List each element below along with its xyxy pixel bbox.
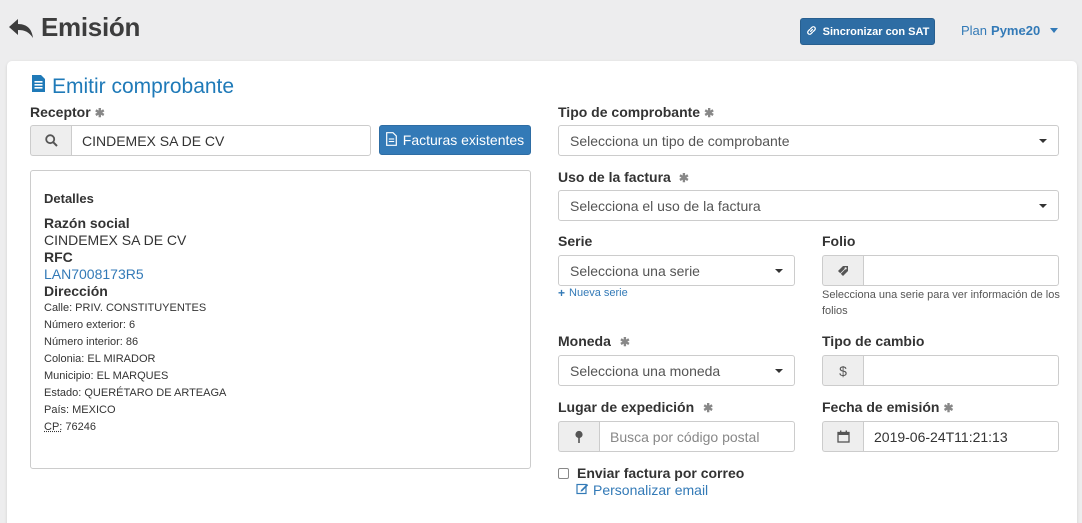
- address-line: Calle: PRIV. CONSTITUYENTES: [44, 302, 206, 314]
- plan-label: Plan: [961, 23, 987, 38]
- fecha-emision-label: Fecha de emisión ✱: [822, 399, 954, 415]
- rfc-value: LAN7008173R5: [44, 266, 144, 282]
- chevron-down-icon: [1050, 28, 1058, 33]
- caret-down-icon: [775, 369, 783, 373]
- moneda-placeholder: Selecciona una moneda: [570, 363, 720, 379]
- folio-help-text: Selecciona una serie para ver informació…: [822, 287, 1062, 319]
- form-title-text: Emitir comprobante: [52, 75, 234, 99]
- tipo-comprobante-label: Tipo de comprobante ✱: [558, 104, 714, 120]
- plan-dropdown[interactable]: Plan Pyme20: [961, 23, 1058, 38]
- caret-down-icon: [775, 269, 783, 273]
- tipo-comprobante-placeholder: Selecciona un tipo de comprobante: [570, 133, 789, 149]
- plan-name: Pyme20: [991, 23, 1040, 38]
- back-arrow-icon[interactable]: [7, 14, 35, 42]
- moneda-label: Moneda ✱: [558, 333, 630, 349]
- folio-label: Folio: [822, 233, 855, 249]
- plus-icon: +: [558, 286, 565, 300]
- link-icon: [806, 25, 817, 39]
- address-line: País: MEXICO: [44, 404, 116, 416]
- moneda-select[interactable]: Selecciona una moneda: [558, 355, 795, 386]
- address-line: Número interior: 86: [44, 336, 138, 348]
- lugar-expedicion-label: Lugar de expedición ✱: [558, 399, 713, 415]
- edit-icon: [576, 482, 589, 498]
- form-title: Emitir comprobante: [31, 74, 234, 99]
- tipo-cambio-input[interactable]: [863, 355, 1059, 386]
- details-title: Detalles: [44, 191, 94, 206]
- razon-social-value: CINDEMEX SA DE CV: [44, 232, 186, 248]
- page-title: Emisión: [41, 12, 140, 43]
- moneda-label-text: Moneda: [558, 333, 611, 349]
- fecha-emision-group: 2019-06-24T11:21:13: [822, 421, 1059, 452]
- serie-placeholder: Selecciona una serie: [570, 263, 700, 279]
- calendar-icon: [822, 421, 863, 452]
- uso-factura-placeholder: Selecciona el uso de la factura: [570, 198, 761, 214]
- fecha-emision-label-text: Fecha de emisión: [822, 399, 939, 415]
- address-line: Estado: QUERÉTARO DE ARTEAGA: [44, 387, 226, 399]
- sync-sat-label: Sincronizar con SAT: [823, 26, 930, 38]
- receptor-label: Receptor ✱: [30, 104, 105, 120]
- caret-down-icon: [1039, 139, 1047, 143]
- receptor-input[interactable]: CINDEMEX SA DE CV: [71, 125, 371, 156]
- facturas-existentes-button[interactable]: Facturas existentes: [379, 125, 531, 155]
- required-icon: ✱: [703, 401, 713, 415]
- rfc-label: RFC: [44, 249, 73, 265]
- search-icon: [30, 125, 71, 156]
- personalizar-email-label: Personalizar email: [593, 482, 708, 498]
- map-marker-icon: [558, 421, 599, 452]
- receptor-search: CINDEMEX SA DE CV: [30, 125, 371, 156]
- file-icon: [386, 132, 397, 149]
- tag-icon: [822, 255, 863, 286]
- uso-factura-label: Uso de la factura ✱: [558, 169, 689, 185]
- serie-select[interactable]: Selecciona una serie: [558, 255, 795, 286]
- tipo-comprobante-select[interactable]: Selecciona un tipo de comprobante: [558, 125, 1059, 156]
- enviar-correo-checkbox[interactable]: [558, 468, 569, 479]
- tipo-comprobante-label-text: Tipo de comprobante: [558, 104, 700, 120]
- tipo-cambio-label: Tipo de cambio: [822, 333, 924, 349]
- address-line: Municipio: EL MARQUES: [44, 370, 168, 382]
- receptor-label-text: Receptor: [30, 104, 91, 120]
- folio-group: [822, 255, 1059, 286]
- enviar-correo-label: Enviar factura por correo: [577, 465, 744, 481]
- direccion-label: Dirección: [44, 283, 108, 299]
- lugar-expedicion-input[interactable]: Busca por código postal: [599, 421, 795, 452]
- cp-line: CP: 76246: [44, 421, 96, 433]
- lugar-expedicion-group: Busca por código postal: [558, 421, 795, 452]
- cp-value: 76246: [65, 421, 96, 433]
- nueva-serie-link[interactable]: + Nueva serie: [558, 286, 628, 300]
- required-icon: ✱: [620, 335, 630, 349]
- caret-down-icon: [1039, 204, 1047, 208]
- nueva-serie-label: Nueva serie: [569, 287, 628, 299]
- uso-factura-select[interactable]: Selecciona el uso de la factura: [558, 190, 1059, 221]
- serie-label: Serie: [558, 233, 592, 249]
- facturas-existentes-label: Facturas existentes: [403, 132, 524, 148]
- fecha-emision-input[interactable]: 2019-06-24T11:21:13: [863, 421, 1059, 452]
- cp-label: CP:: [44, 421, 62, 433]
- enviar-correo-row: Enviar factura por correo: [558, 465, 744, 481]
- razon-social-label: Razón social: [44, 215, 130, 231]
- address-line: Número exterior: 6: [44, 319, 135, 331]
- required-icon: ✱: [679, 171, 689, 185]
- tipo-cambio-group: $: [822, 355, 1059, 386]
- uso-factura-label-text: Uso de la factura: [558, 169, 671, 185]
- address-line: Colonia: EL MIRADOR: [44, 353, 155, 365]
- personalizar-email-link[interactable]: Personalizar email: [576, 482, 708, 498]
- required-icon: ✱: [943, 401, 953, 415]
- required-icon: ✱: [704, 106, 714, 120]
- lugar-expedicion-label-text: Lugar de expedición: [558, 399, 694, 415]
- currency-addon: $: [822, 355, 863, 386]
- folio-input[interactable]: [863, 255, 1059, 286]
- document-icon: [31, 74, 46, 99]
- required-icon: ✱: [95, 106, 105, 120]
- sync-sat-button[interactable]: Sincronizar con SAT: [800, 18, 935, 45]
